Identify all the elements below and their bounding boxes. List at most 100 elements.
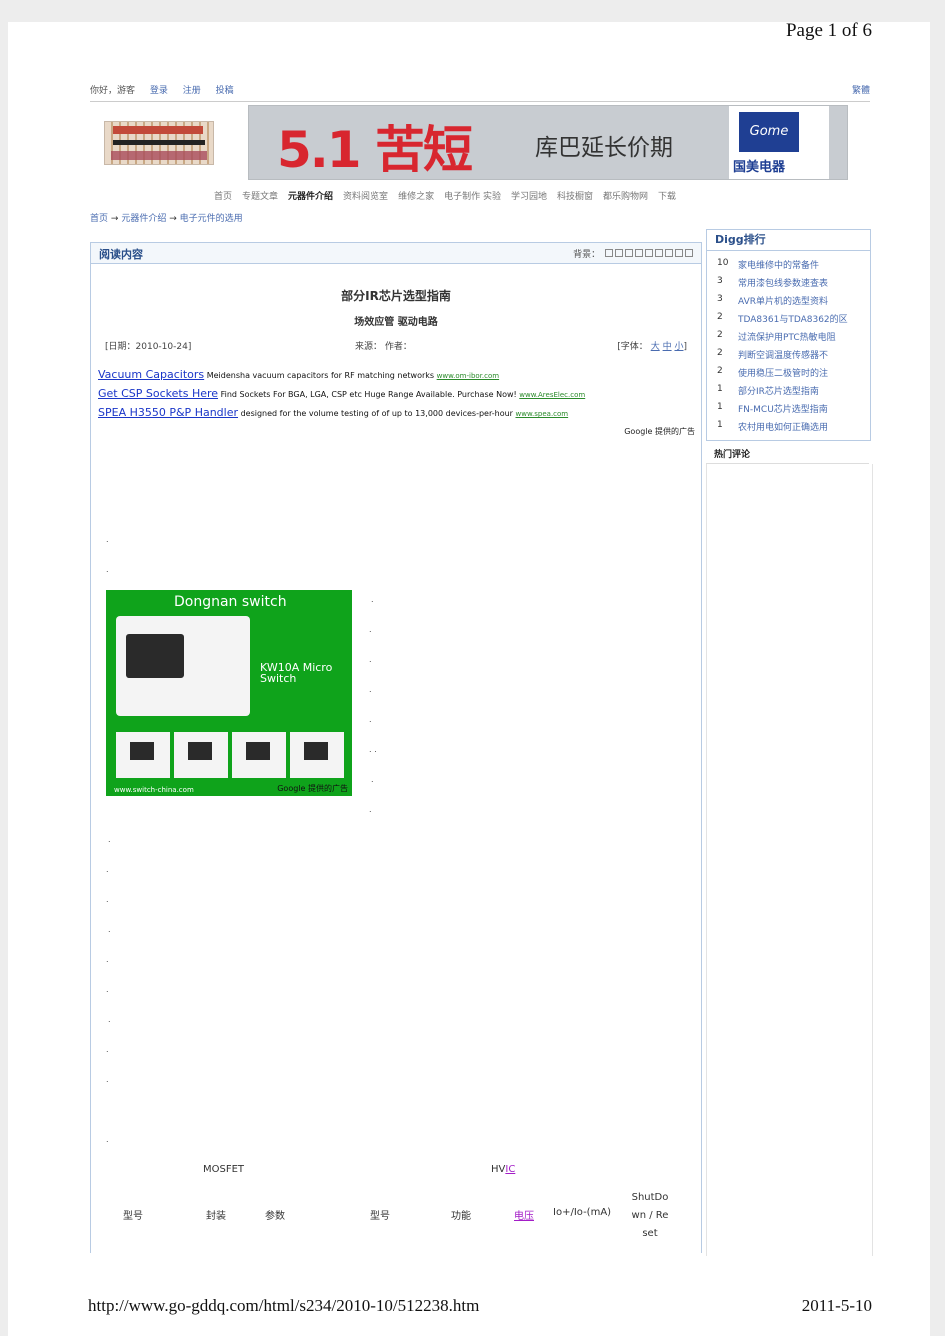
digg-title[interactable]: 过流保护用PTC热敏电阻	[738, 330, 836, 343]
switch-image-ad[interactable]: Dongnan switch KW10A Micro Switch www.sw…	[106, 590, 352, 796]
nav-item[interactable]: 电子制作 实验	[444, 192, 501, 202]
digg-title[interactable]: AVR单片机的选型资料	[738, 294, 828, 307]
digg-item[interactable]: 3 AVR单片机的选型资料	[707, 291, 870, 309]
register-link[interactable]: 注册	[183, 86, 201, 96]
digg-title[interactable]: FN-MCU芯片选型指南	[738, 402, 828, 415]
switch-thumbnails	[116, 732, 346, 780]
digg-count: 1	[717, 420, 723, 430]
article-panel: 阅读内容 背景： 部分IR芯片选型指南 场效应管 驱动电路 [日期：2010-1…	[90, 242, 702, 1253]
digg-title[interactable]: 常用漆包线参数速查表	[738, 276, 828, 289]
top-bar: 你好，游客 登录 注册 投稿 繁體	[90, 83, 870, 96]
ad-headline[interactable]: Get CSP Sockets Here	[98, 387, 218, 400]
greeting: 你好，游客	[90, 86, 136, 96]
col-function: 功能	[451, 1211, 471, 1222]
nav-item[interactable]: 专题文章	[242, 192, 278, 202]
breadcrumb-home[interactable]: 首页	[90, 214, 108, 224]
digg-item[interactable]: 3 常用漆包线参数速查表	[707, 273, 870, 291]
digg-item[interactable]: 2 使用稳压二极管时的注	[707, 363, 870, 381]
banner-ad[interactable]: 5.1 苦短 库巴延长价期 Gome 国美电器	[248, 105, 848, 180]
nav-item[interactable]: 学习园地	[511, 192, 547, 202]
digg-item[interactable]: 2 TDA8361与TDA8362的区	[707, 309, 870, 327]
nav-item[interactable]: 维修之家	[398, 192, 434, 202]
footer-url: http://www.go-gddq.com/html/s234/2010-10…	[88, 1296, 480, 1315]
nav-item[interactable]: 元器件介绍	[288, 192, 333, 202]
digg-count: 2	[717, 312, 723, 322]
digg-title[interactable]: 农村用电如何正确选用	[738, 420, 828, 433]
text-ads: Vacuum Capacitors Meidensha vacuum capac…	[98, 368, 693, 425]
text-ad: Vacuum Capacitors Meidensha vacuum capac…	[98, 368, 693, 387]
breadcrumb: 首页 → 元器件介绍 → 电子元件的选用	[90, 214, 243, 224]
login-link[interactable]: 登录	[150, 86, 168, 96]
col-params: 参数	[265, 1211, 285, 1222]
font-medium-button[interactable]: 中	[663, 342, 672, 352]
digg-item[interactable]: 1 FN-MCU芯片选型指南	[707, 399, 870, 417]
digg-count: 10	[717, 258, 729, 268]
digg-item[interactable]: 2 过流保护用PTC热敏电阻	[707, 327, 870, 345]
digg-title[interactable]: TDA8361与TDA8362的区	[738, 312, 848, 325]
top-divider	[90, 101, 870, 102]
ad-headline[interactable]: Vacuum Capacitors	[98, 368, 204, 381]
digg-title[interactable]: 家电维修中的常备件	[738, 258, 819, 271]
digg-title[interactable]: 使用稳压二极管时的注	[738, 366, 828, 379]
banner-headline: 5.1 苦短	[277, 121, 473, 179]
bg-swatch[interactable]	[685, 249, 693, 257]
article-panel-header: 阅读内容 背景：	[91, 243, 701, 264]
footer-date: 2011-5-10	[801, 1296, 872, 1315]
digg-count: 2	[717, 366, 723, 376]
digg-item[interactable]: 1 农村用电如何正确选用	[707, 417, 870, 435]
digg-item[interactable]: 2 判断空调温度传感器不	[707, 345, 870, 363]
article-meta: [日期：2010-10-24] 来源： 作者： [字体： 大 中 小]	[105, 339, 687, 352]
nav-item[interactable]: 科技橱窗	[557, 192, 593, 202]
font-large-button[interactable]: 大	[651, 342, 660, 352]
group-hvic: HVIC	[491, 1164, 516, 1175]
group-mosfet: MOSFET	[203, 1164, 245, 1175]
ic-link[interactable]: IC	[505, 1164, 515, 1175]
col-voltage: 电压	[514, 1207, 534, 1222]
nav-item[interactable]: 都乐购物网	[603, 192, 648, 202]
banner-slogan: 库巴延长价期	[535, 135, 673, 161]
breadcrumb-components[interactable]: 元器件介绍	[121, 214, 166, 224]
ad-text: designed for the volume testing of of up…	[240, 409, 513, 418]
digg-item[interactable]: 1 部分IR芯片选型指南	[707, 381, 870, 399]
digg-item[interactable]: 10 家电维修中的常备件	[707, 255, 870, 273]
ad-url[interactable]: www.spea.com	[516, 410, 569, 418]
ad-url[interactable]: www.om-ibor.com	[437, 372, 499, 380]
hot-comments-title: 热门评论	[714, 450, 751, 460]
ad-url[interactable]: www.AresElec.com	[519, 391, 585, 399]
background-picker: 背景：	[573, 247, 693, 260]
breadcrumb-selection[interactable]: 电子元件的选用	[180, 214, 243, 224]
gome-logo: Gome 国美电器	[729, 106, 829, 179]
text-ad: SPEA H3550 P&P Handler designed for the …	[98, 406, 693, 425]
digg-title[interactable]: 判断空调温度传感器不	[738, 348, 828, 361]
ad-headline[interactable]: SPEA H3550 P&P Handler	[98, 406, 238, 419]
bg-swatch[interactable]	[625, 249, 633, 257]
article-panel-title: 阅读内容	[99, 248, 143, 261]
digg-title[interactable]: 部分IR芯片选型指南	[738, 384, 819, 397]
bg-swatch[interactable]	[655, 249, 663, 257]
digg-ranking-title: Digg排行	[707, 230, 870, 251]
bg-swatch[interactable]	[665, 249, 673, 257]
bg-swatch[interactable]	[605, 249, 613, 257]
switch-product-image	[116, 616, 250, 716]
voltage-link[interactable]: 电压	[514, 1211, 534, 1222]
switch-ad-url: www.switch-china.com	[114, 786, 194, 794]
article-source: 来源： 作者：	[355, 342, 412, 352]
nav-item[interactable]: 资料阅览室	[343, 192, 388, 202]
site-logo[interactable]	[104, 121, 214, 165]
google-ads-label[interactable]: Google 提供的广告	[624, 426, 695, 437]
nav-item[interactable]: 首页	[214, 192, 232, 202]
traditional-chinese-link[interactable]: 繁體	[852, 83, 870, 96]
bg-swatch[interactable]	[645, 249, 653, 257]
digg-count: 3	[717, 276, 723, 286]
ad-text: Meidensha vacuum capacitors for RF match…	[206, 371, 435, 380]
submit-link[interactable]: 投稿	[216, 86, 234, 96]
bg-swatch[interactable]	[615, 249, 623, 257]
nav-item[interactable]: 下载	[658, 192, 676, 202]
bg-swatch[interactable]	[635, 249, 643, 257]
text-ad: Get CSP Sockets Here Find Sockets For BG…	[98, 387, 693, 406]
bg-swatch[interactable]	[675, 249, 683, 257]
switch-ad-google: Google 提供的广告	[277, 784, 348, 793]
article-title: 部分IR芯片选型指南	[341, 289, 451, 303]
font-size-controls: [字体： 大 中 小]	[617, 342, 687, 352]
main-nav: 首页 专题文章 元器件介绍 资料阅览室 维修之家 电子制作 实验 学习园地 科技橱窗 都乐购物网…	[214, 189, 686, 202]
